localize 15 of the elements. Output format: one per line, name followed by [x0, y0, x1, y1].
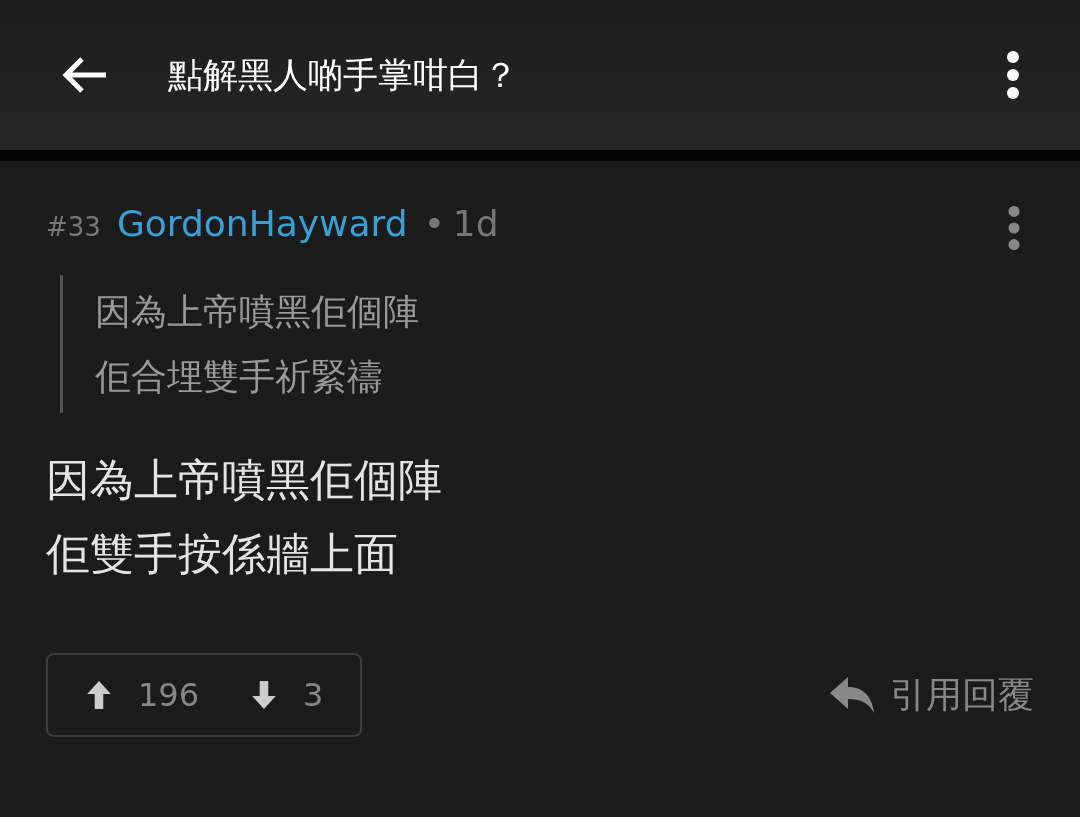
- downvote-count: 3: [303, 676, 324, 714]
- post-body: 因為上帝噴黑佢個陣 佢雙手按係牆上面: [46, 453, 443, 581]
- quote-reply-button[interactable]: 引用回覆: [828, 670, 1034, 720]
- author-link[interactable]: GordonHayward: [116, 203, 408, 244]
- downvote-icon[interactable]: [251, 680, 278, 710]
- more-icon[interactable]: [1006, 50, 1020, 100]
- post-number: #33: [46, 212, 101, 242]
- thread-title: 點解黑人啲手掌咁白？: [168, 53, 519, 97]
- post-time: 1d: [452, 203, 499, 244]
- upvote-count: 196: [138, 676, 200, 714]
- back-icon[interactable]: [60, 55, 108, 95]
- reply-icon: [828, 675, 876, 715]
- quoted-text: 因為上帝噴黑佢個陣 佢合埋雙手祈緊禱: [95, 290, 420, 399]
- separator-dot: •: [423, 203, 445, 244]
- upvote-icon[interactable]: [86, 680, 112, 710]
